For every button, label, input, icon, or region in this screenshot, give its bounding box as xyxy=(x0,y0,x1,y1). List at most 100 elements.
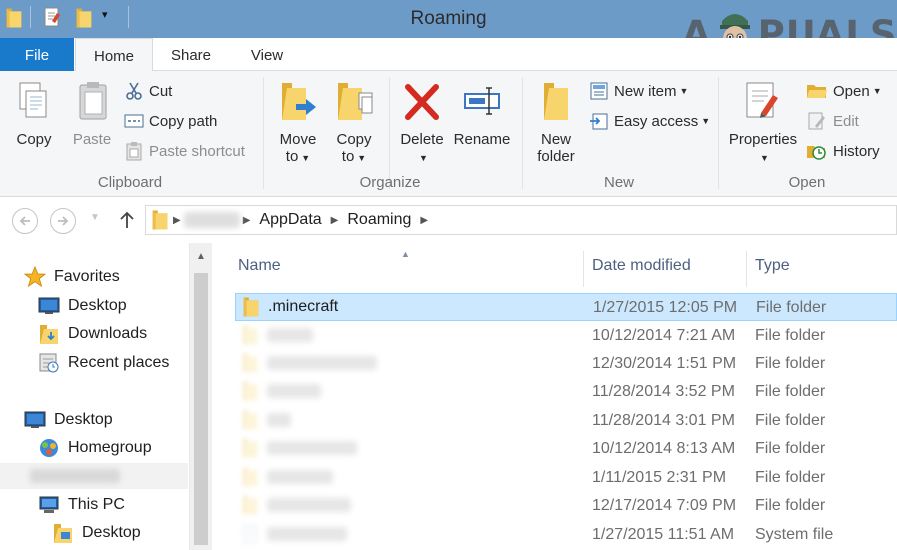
new-item-button[interactable]: New item ▼ xyxy=(589,79,688,103)
chevron-down-icon: ▼ xyxy=(701,116,711,126)
delete-x-icon xyxy=(405,84,439,120)
open-label: Open xyxy=(833,82,870,100)
paste-button[interactable]: Paste xyxy=(66,79,118,148)
address-box[interactable]: ▶ ▶ AppData ▶ Roaming ▶ xyxy=(145,205,897,235)
table-row[interactable]: 1/27/2015 11:51 AM System file xyxy=(235,521,897,549)
history-button[interactable]: History xyxy=(806,139,880,163)
file-type: File folder xyxy=(756,299,827,316)
tab-view[interactable]: View xyxy=(236,38,298,71)
properties-button[interactable]: Properties ▼ xyxy=(726,79,800,167)
file-name-cell xyxy=(239,409,291,431)
nav-this-pc[interactable]: This PC xyxy=(38,492,125,518)
copy-button[interactable]: Copy xyxy=(10,79,58,148)
delete-button[interactable]: Delete ▼ xyxy=(396,79,448,167)
file-type: File folder xyxy=(755,327,826,344)
easy-access-button[interactable]: Easy access ▼ xyxy=(589,109,710,133)
folder-icon xyxy=(239,380,261,402)
open-button[interactable]: Open ▼ xyxy=(806,79,882,103)
rename-button[interactable]: Rename xyxy=(452,79,512,148)
nav-downloads[interactable]: Downloads xyxy=(38,321,147,347)
up-arrow-icon[interactable] xyxy=(118,210,136,230)
tab-file[interactable]: File xyxy=(0,38,74,71)
back-button[interactable] xyxy=(12,208,38,234)
table-row[interactable]: 1/11/2015 2:31 PM File folder xyxy=(235,464,897,492)
edit-button[interactable]: Edit xyxy=(806,109,859,133)
paste-shortcut-label: Paste shortcut xyxy=(149,142,245,160)
nav-this-pc-desktop[interactable]: Desktop xyxy=(52,520,141,546)
copy-to-button[interactable]: Copy to ▼ xyxy=(328,79,380,167)
nav-recent-places[interactable]: Recent places xyxy=(38,350,169,376)
breadcrumb-separator-icon[interactable]: ▶ xyxy=(173,215,181,226)
nav-desktop2-label: Desktop xyxy=(54,411,113,428)
forward-button[interactable] xyxy=(50,208,76,234)
move-folder-icon xyxy=(282,83,316,120)
nav-favorites-desktop[interactable]: Desktop xyxy=(38,293,127,319)
nav-homegroup[interactable]: Homegroup xyxy=(38,435,152,461)
breadcrumb-separator-icon[interactable]: ▶ xyxy=(420,215,428,226)
new-folder-label-2: folder xyxy=(537,148,575,165)
file-date: 10/12/2014 8:13 AM xyxy=(592,440,736,457)
divider[interactable] xyxy=(583,251,584,287)
history-label: History xyxy=(833,142,880,160)
file-name-cell xyxy=(239,523,347,545)
delete-label: Delete xyxy=(400,131,444,148)
file-type: File folder xyxy=(755,440,826,457)
tab-home[interactable]: Home xyxy=(75,38,153,72)
table-row[interactable]: 11/28/2014 3:01 PM File folder xyxy=(235,407,897,435)
nav-recent-places-label: Recent places xyxy=(68,354,170,371)
copy-path-label: Copy path xyxy=(149,112,218,130)
nav-desktop[interactable]: Desktop xyxy=(24,407,113,433)
nav-homegroup-label: Homegroup xyxy=(68,439,152,456)
scroll-up-arrow-icon[interactable]: ▲ xyxy=(190,251,212,262)
table-row[interactable]: 10/12/2014 7:21 AM File folder xyxy=(235,322,897,350)
cut-button[interactable]: Cut xyxy=(124,79,172,103)
nav-scrollbar[interactable]: ▲ xyxy=(189,243,212,550)
paste-shortcut-icon xyxy=(126,142,142,161)
desktop-icon xyxy=(24,411,46,428)
new-folder-button[interactable]: New folder xyxy=(530,79,582,165)
new-item-icon xyxy=(590,82,608,100)
copy-path-button[interactable]: Copy path xyxy=(124,109,217,133)
address-bar-row: ▼ ▶ ▶ AppData ▶ Roaming ▶ xyxy=(0,197,897,243)
homegroup-icon xyxy=(40,439,58,457)
column-header-type[interactable]: Type xyxy=(755,257,790,275)
paste-shortcut-button[interactable]: Paste shortcut xyxy=(124,139,245,163)
column-header-date-modified[interactable]: Date modified xyxy=(592,257,691,275)
paste-icon xyxy=(79,82,107,120)
scroll-thumb[interactable] xyxy=(194,273,208,545)
nav-user-redacted[interactable] xyxy=(0,463,188,489)
redacted-file-name xyxy=(267,384,321,398)
recent-places-icon xyxy=(39,353,59,373)
arrow-left-icon xyxy=(19,216,30,226)
breadcrumb-separator-icon[interactable]: ▶ xyxy=(331,215,339,226)
nav-favorites[interactable]: Favorites xyxy=(24,264,120,290)
breadcrumb-user-redacted[interactable] xyxy=(183,212,240,228)
file-name-cell xyxy=(239,494,351,516)
file-name-cell xyxy=(239,437,357,459)
redacted-file-name xyxy=(267,328,313,342)
file-list: ▲ Name Date modified Type .minecraft 1/2… xyxy=(213,243,897,550)
computer-icon xyxy=(39,496,59,513)
column-header-name[interactable]: Name xyxy=(238,257,281,275)
breadcrumb-separator-icon[interactable]: ▶ xyxy=(243,215,251,226)
tab-share[interactable]: Share xyxy=(158,38,224,71)
table-row[interactable]: 11/28/2014 3:52 PM File folder xyxy=(235,378,897,406)
table-row[interactable]: .minecraft 1/27/2015 12:05 PM File folde… xyxy=(235,293,897,321)
table-row[interactable]: 10/12/2014 8:13 AM File folder xyxy=(235,435,897,463)
nav-downloads-label: Downloads xyxy=(68,325,148,342)
table-row[interactable]: 12/17/2014 7:09 PM File folder xyxy=(235,492,897,520)
table-row[interactable]: 12/30/2014 1:51 PM File folder xyxy=(235,350,897,378)
history-icon xyxy=(807,146,826,160)
redacted-file-name xyxy=(267,356,377,370)
redacted-file-name xyxy=(267,527,347,541)
open-folder-icon xyxy=(807,85,827,98)
file-name-cell xyxy=(239,352,377,374)
recent-locations-chevron-icon[interactable]: ▼ xyxy=(90,212,100,223)
move-to-button[interactable]: Move to ▼ xyxy=(272,79,324,167)
breadcrumb-appdata[interactable]: AppData xyxy=(259,211,321,229)
divider[interactable] xyxy=(746,251,747,287)
breadcrumb-roaming[interactable]: Roaming xyxy=(347,211,411,229)
rename-label: Rename xyxy=(453,131,511,148)
copy-icon xyxy=(19,82,47,118)
edit-label: Edit xyxy=(833,112,859,130)
